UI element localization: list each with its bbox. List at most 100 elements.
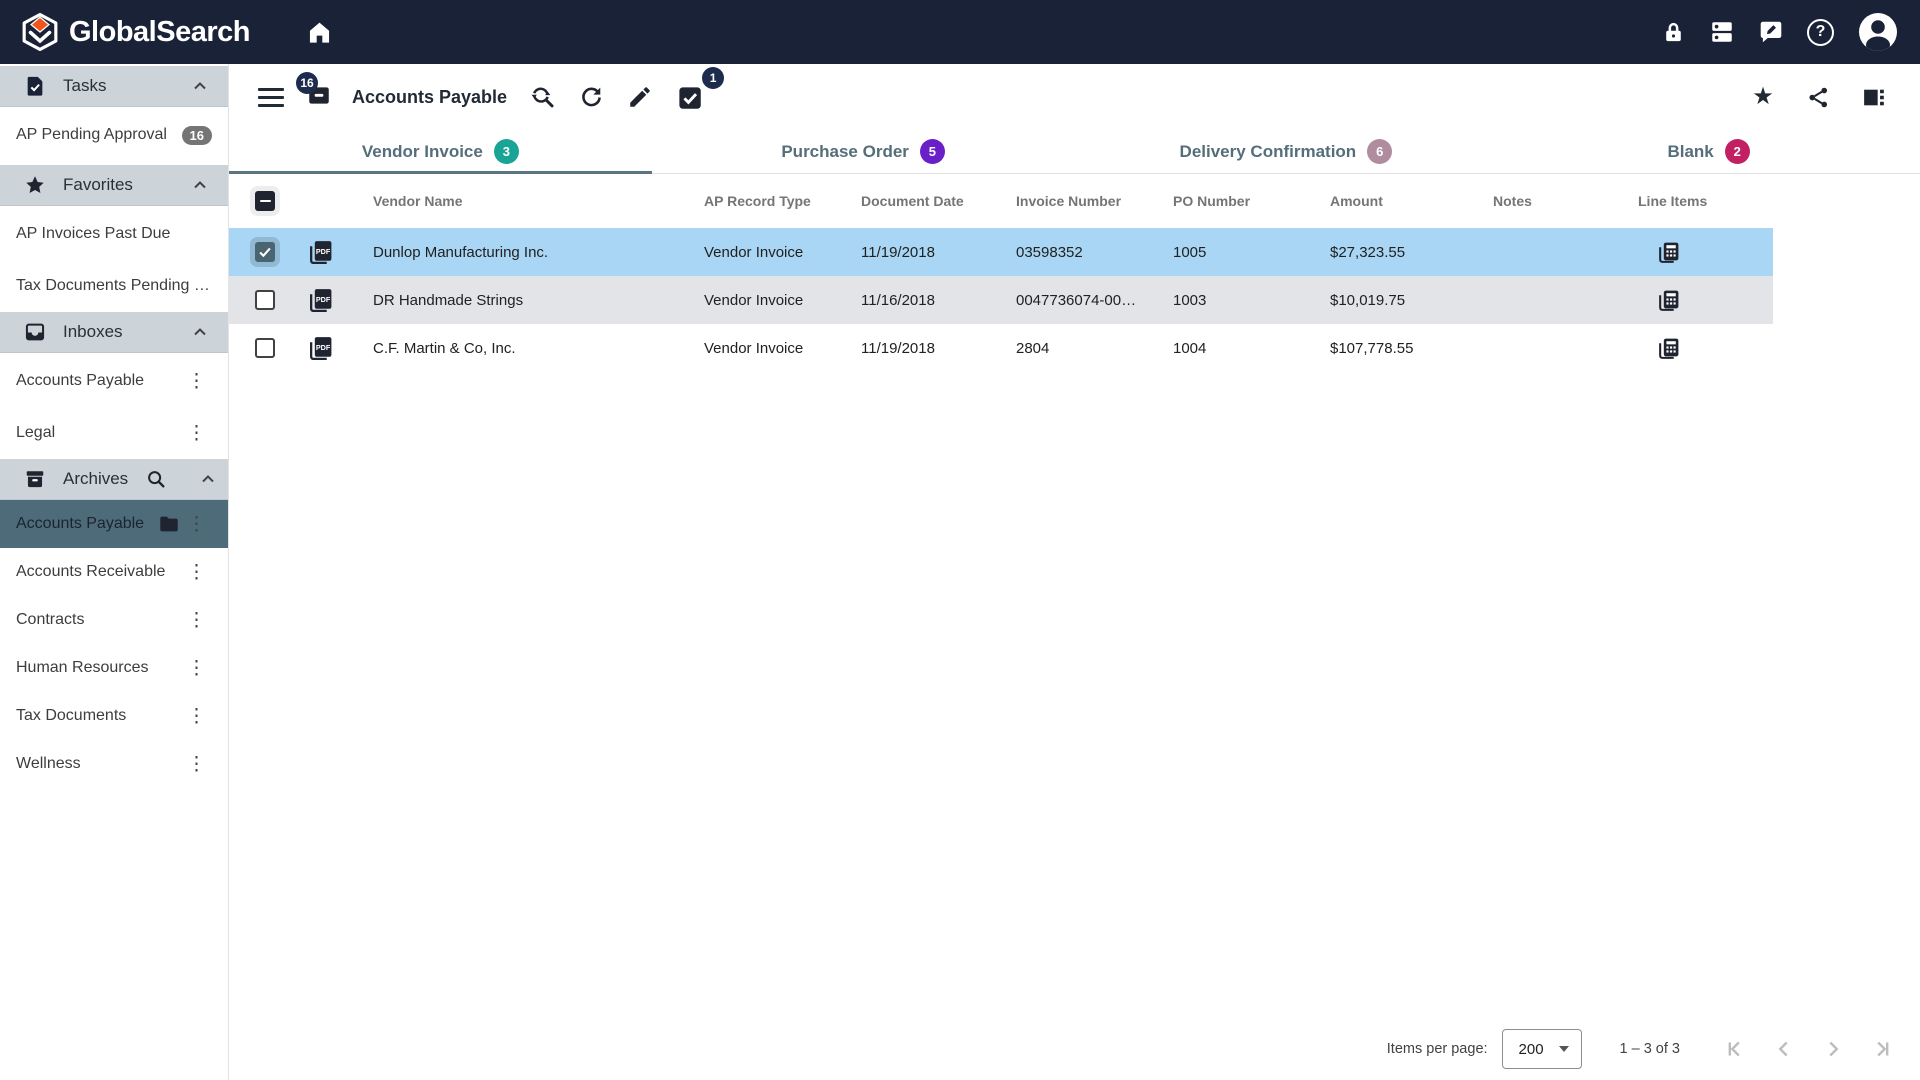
- svg-text:PDF: PDF: [316, 247, 331, 256]
- help-icon[interactable]: ?: [1807, 18, 1834, 46]
- lock-icon[interactable]: [1661, 20, 1686, 45]
- sidebar-section-archives[interactable]: Archives: [0, 459, 228, 500]
- inbox-count-badge: 16: [296, 71, 318, 94]
- share-icon[interactable]: [1795, 77, 1841, 117]
- sidebar-item-archive-wellness[interactable]: Wellness ⋮: [0, 740, 228, 788]
- page-range-label: 1 – 3 of 3: [1619, 1041, 1680, 1057]
- select-all-checkbox[interactable]: [255, 191, 275, 211]
- folder-icon: [158, 513, 180, 535]
- column-header-notes[interactable]: Notes: [1493, 193, 1638, 209]
- inbox-shortcut-icon[interactable]: 16: [296, 71, 332, 113]
- pdf-document-icon[interactable]: PDF: [307, 239, 373, 266]
- first-page-icon[interactable]: [1710, 1029, 1759, 1069]
- menu-icon[interactable]: [258, 87, 284, 107]
- column-header-vendor-name[interactable]: Vendor Name: [373, 193, 704, 209]
- sidebar-section-tasks[interactable]: Tasks: [0, 66, 228, 107]
- tab-purchase-order[interactable]: Purchase Order 5: [652, 130, 1075, 173]
- kebab-menu-icon[interactable]: ⋮: [181, 511, 212, 538]
- row-checkbox[interactable]: [255, 338, 275, 358]
- home-icon[interactable]: [306, 19, 333, 46]
- sidebar-item-tax-documents-pending[interactable]: Tax Documents Pending Inde…: [0, 262, 228, 310]
- selected-count-badge: 1: [702, 67, 725, 89]
- refresh-icon[interactable]: [568, 77, 614, 117]
- search-icon[interactable]: [145, 468, 167, 490]
- chevron-up-icon[interactable]: [190, 76, 210, 96]
- chevron-up-icon[interactable]: [198, 469, 218, 489]
- column-header-ap-record-type[interactable]: AP Record Type: [704, 193, 861, 209]
- column-header-line-items[interactable]: Line Items: [1638, 193, 1773, 209]
- sidebar-item-archive-accounts-receivable[interactable]: Accounts Receivable ⋮: [0, 548, 228, 596]
- view-layout-icon[interactable]: [1850, 77, 1896, 117]
- column-header-po-number[interactable]: PO Number: [1173, 193, 1330, 209]
- sidebar-section-inboxes[interactable]: Inboxes: [0, 312, 228, 353]
- page-size-value: 200: [1518, 1040, 1544, 1058]
- archive-icon: [24, 468, 46, 490]
- cell-po-number: 1005: [1173, 243, 1207, 261]
- account-icon[interactable]: [1857, 11, 1899, 53]
- pdf-document-icon[interactable]: PDF: [307, 287, 373, 314]
- archive-title: Accounts Payable: [352, 86, 508, 107]
- cell-amount: $10,019.75: [1330, 291, 1406, 309]
- page-size-select[interactable]: 200: [1501, 1029, 1582, 1069]
- column-header-invoice-number[interactable]: Invoice Number: [1016, 193, 1173, 209]
- chevron-up-icon[interactable]: [190, 322, 210, 342]
- sidebar-item-ap-pending-approval[interactable]: AP Pending Approval 16: [0, 107, 228, 163]
- cell-document-date: 11/16/2018: [861, 291, 935, 309]
- tab-vendor-invoice[interactable]: Vendor Invoice 3: [229, 130, 652, 174]
- next-page-icon[interactable]: [1808, 1029, 1857, 1069]
- topbar-actions: ?: [1661, 11, 1899, 53]
- kebab-menu-icon[interactable]: ⋮: [181, 655, 212, 682]
- search-again-icon[interactable]: [519, 77, 565, 117]
- last-page-icon[interactable]: [1857, 1029, 1906, 1069]
- favorite-star-icon[interactable]: ★: [1740, 77, 1786, 117]
- previous-page-icon[interactable]: [1759, 1029, 1808, 1069]
- sidebar-item-archive-tax-documents[interactable]: Tax Documents ⋮: [0, 692, 228, 740]
- kebab-menu-icon[interactable]: ⋮: [181, 751, 212, 778]
- sidebar-section-favorites[interactable]: Favorites: [0, 165, 228, 206]
- line-items-icon[interactable]: [1638, 288, 1773, 313]
- section-label: Tasks: [63, 76, 107, 95]
- line-items-icon[interactable]: [1638, 240, 1773, 265]
- sidebar-item-inbox-legal[interactable]: Legal ⋮: [0, 409, 228, 457]
- kebab-menu-icon[interactable]: ⋮: [181, 420, 212, 447]
- cell-vendor-name: C.F. Martin & Co, Inc.: [373, 339, 516, 357]
- tab-count-badge: 6: [1367, 139, 1393, 164]
- pdf-document-icon[interactable]: PDF: [307, 335, 373, 362]
- inbox-icon: [24, 321, 46, 343]
- cell-invoice-number: 2804: [1016, 339, 1050, 357]
- items-per-page-label: Items per page:: [1386, 1041, 1488, 1057]
- svg-text:PDF: PDF: [316, 343, 331, 352]
- edit-icon[interactable]: [617, 77, 663, 117]
- sidebar: Tasks AP Pending Approval 16 Favorites A…: [0, 64, 229, 1080]
- section-label: Inboxes: [63, 322, 123, 341]
- column-header-amount[interactable]: Amount: [1330, 193, 1493, 209]
- table-row[interactable]: PDF C.F. Martin & Co, Inc. Vendor Invoic…: [229, 324, 1773, 372]
- feedback-icon[interactable]: [1758, 19, 1784, 45]
- brand-name: GlobalSearch: [69, 15, 250, 48]
- kebab-menu-icon[interactable]: ⋮: [181, 559, 212, 586]
- multiselect-icon[interactable]: 1: [666, 67, 725, 117]
- sidebar-item-archive-contracts[interactable]: Contracts ⋮: [0, 596, 228, 644]
- kebab-menu-icon[interactable]: ⋮: [181, 607, 212, 634]
- row-checkbox-checked[interactable]: [255, 242, 275, 262]
- row-checkbox[interactable]: [255, 290, 275, 310]
- tab-delivery-confirmation[interactable]: Delivery Confirmation 6: [1075, 130, 1498, 173]
- kebab-menu-icon[interactable]: ⋮: [181, 703, 212, 730]
- kebab-menu-icon[interactable]: ⋮: [181, 368, 212, 395]
- chevron-up-icon[interactable]: [190, 175, 210, 195]
- main-content: 16 Accounts Payable 1 ★ Vendor Invoice 3…: [229, 64, 1920, 1080]
- table-row[interactable]: PDF Dunlop Manufacturing Inc. Vendor Inv…: [229, 228, 1773, 276]
- table-row[interactable]: PDF DR Handmade Strings Vendor Invoice 1…: [229, 276, 1773, 324]
- tab-blank[interactable]: Blank 2: [1497, 130, 1920, 173]
- sidebar-item-archive-human-resources[interactable]: Human Resources ⋮: [0, 644, 228, 692]
- sidebar-item-inbox-accounts-payable[interactable]: Accounts Payable ⋮: [0, 353, 228, 409]
- column-header-document-date[interactable]: Document Date: [861, 193, 1016, 209]
- cell-ap-record-type: Vendor Invoice: [704, 339, 804, 357]
- sidebar-item-archive-accounts-payable[interactable]: Accounts Payable ⋮: [0, 500, 228, 548]
- tasks-icon: [24, 75, 46, 97]
- dns-icon[interactable]: [1709, 19, 1735, 45]
- sidebar-item-ap-invoices-past-due[interactable]: AP Invoices Past Due: [0, 206, 228, 262]
- pager-nav: [1710, 1029, 1906, 1069]
- line-items-icon[interactable]: [1638, 336, 1773, 361]
- task-count-badge: 16: [181, 125, 212, 145]
